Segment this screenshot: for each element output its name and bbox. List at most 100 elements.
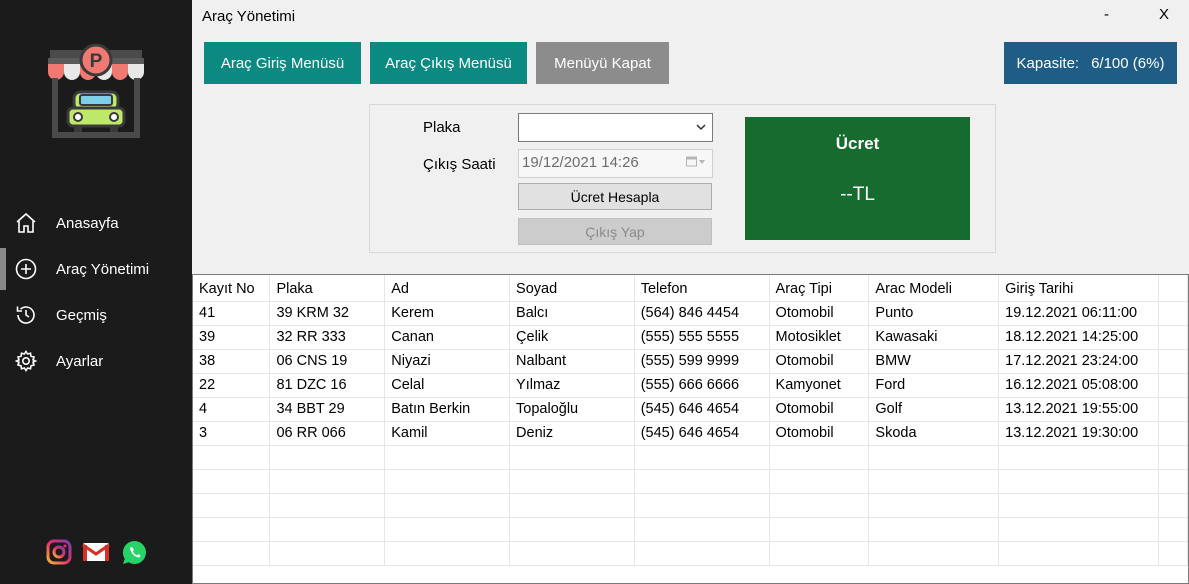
table-cell (634, 445, 770, 470)
table-row[interactable]: 39 32 RR 333 Canan Çelik (555) 555 5555 Motos… (193, 325, 1188, 350)
sidebar-item-ayarlar[interactable]: Ayarlar (0, 340, 192, 382)
plate-select[interactable] (518, 113, 713, 142)
close-menu-button[interactable]: Menüyü Kapat (536, 42, 669, 84)
empty-table-row (193, 493, 1188, 518)
table-cell: Ford (868, 373, 1000, 398)
table-cell: (555) 555 5555 (634, 325, 770, 350)
table-row[interactable]: 4 34 BBT 29 Batın Berkin Topaloğlu (545) 646… (193, 397, 1188, 422)
table-cell (384, 445, 511, 470)
table-cell: 13.12.2021 19:55:00 (998, 397, 1160, 422)
table-cell: Otomobil (769, 397, 870, 422)
table-cell: Çelik (509, 325, 635, 350)
table-cell (269, 493, 386, 518)
table-cell: Topaloğlu (509, 397, 635, 422)
table-cell (1158, 373, 1188, 398)
table-cell (634, 469, 770, 494)
table-cell (998, 517, 1160, 542)
minimize-button[interactable]: - (1104, 6, 1109, 23)
table-cell: 3 (193, 421, 271, 446)
table-cell (1158, 493, 1188, 518)
table-cell: (555) 599 9999 (634, 349, 770, 374)
exit-time-picker[interactable]: 19/12/2021 14:26 (518, 149, 713, 178)
table-cell (269, 445, 386, 470)
table-cell: 39 KRM 32 (269, 301, 386, 326)
table-row[interactable]: 22 81 DZC 16 Celal Yılmaz (555) 666 6666 Kamy… (193, 373, 1188, 398)
table-cell (509, 517, 635, 542)
table-cell: 39 (193, 325, 271, 350)
table-cell (1158, 349, 1188, 374)
table-cell (1158, 421, 1188, 446)
table-cell (868, 493, 1000, 518)
checkout-button[interactable]: Çıkış Yap (518, 218, 712, 245)
column-header[interactable]: Telefon (634, 275, 770, 302)
table-cell: Niyazi (384, 349, 511, 374)
sidebar-item-label: Ayarlar (56, 352, 104, 370)
gmail-icon[interactable] (82, 538, 110, 566)
parking-logo-icon: P (44, 40, 148, 140)
column-header[interactable]: Ad (384, 275, 511, 302)
table-cell: Otomobil (769, 349, 870, 374)
table-cell: Golf (868, 397, 1000, 422)
main-area: Araç Yönetimi - X Araç Giriş Menüsü Araç… (192, 0, 1189, 584)
sidebar-item-label: Anasayfa (56, 214, 119, 232)
table-cell: Balcı (509, 301, 635, 326)
table-cell: Otomobil (769, 421, 870, 446)
table-cell (868, 445, 1000, 470)
table-cell (269, 541, 386, 566)
column-header[interactable] (1158, 275, 1188, 302)
table-row[interactable]: 41 39 KRM 32 Kerem Balcı (564) 846 4454 Otomo… (193, 301, 1188, 326)
close-button[interactable]: X (1159, 6, 1169, 23)
table-cell (384, 541, 511, 566)
table-cell (1158, 397, 1188, 422)
table-cell (1158, 445, 1188, 470)
column-header[interactable]: Arac Modeli (868, 275, 1000, 302)
table-cell (1158, 325, 1188, 350)
exit-menu-button[interactable]: Araç Çıkış Menüsü (370, 42, 527, 84)
column-header[interactable]: Araç Tipi (769, 275, 870, 302)
column-header[interactable]: Kayıt No (193, 275, 271, 302)
column-header[interactable]: Giriş Tarihi (998, 275, 1160, 302)
table-cell (193, 541, 271, 566)
fee-title: Ücret (835, 134, 880, 153)
table-cell: Batın Berkin (384, 397, 511, 422)
table-cell (193, 469, 271, 494)
instagram-icon[interactable] (45, 538, 73, 566)
table-cell (868, 469, 1000, 494)
table-cell: Nalbant (509, 349, 635, 374)
column-header[interactable]: Plaka (269, 275, 386, 302)
column-header[interactable]: Soyad (509, 275, 635, 302)
table-cell (1158, 541, 1188, 566)
empty-table-row (193, 469, 1188, 494)
table-cell: 16.12.2021 05:08:00 (998, 373, 1160, 398)
table-cell (509, 469, 635, 494)
sidebar-item-arac-yonetimi[interactable]: Araç Yönetimi (0, 248, 192, 290)
table-cell (509, 541, 635, 566)
table-cell (769, 541, 870, 566)
calculate-fee-button[interactable]: Ücret Hesapla (518, 183, 712, 210)
table-cell: 32 RR 333 (269, 325, 386, 350)
fee-value: --TL (840, 184, 875, 205)
table-cell: (555) 666 6666 (634, 373, 770, 398)
table-cell (998, 493, 1160, 518)
table-cell (868, 541, 1000, 566)
sidebar-item-anasayfa[interactable]: Anasayfa (0, 202, 192, 244)
whatsapp-icon[interactable] (120, 538, 148, 566)
table-cell (509, 493, 635, 518)
table-row[interactable]: 38 06 CNS 19 Niyazi Nalbant (555) 599 9999 Ot… (193, 349, 1188, 374)
table-cell: 13.12.2021 19:30:00 (998, 421, 1160, 446)
table-cell (1158, 301, 1188, 326)
exit-time-value: 19/12/2021 14:26 (522, 154, 639, 171)
entry-menu-button[interactable]: Araç Giriş Menüsü (204, 42, 361, 84)
table-cell (998, 469, 1160, 494)
table-cell: Kawasaki (868, 325, 1000, 350)
plate-label: Plaka (423, 119, 461, 136)
table-cell (193, 493, 271, 518)
table-row[interactable]: 3 06 RR 066 Kamil Deniz (545) 646 4654 Otomob… (193, 421, 1188, 446)
vehicle-table[interactable]: Kayıt No Plaka Ad Soyad Telefon Araç Tipi Arac… (192, 274, 1189, 584)
sidebar-item-gecmis[interactable]: Geçmiş (0, 294, 192, 336)
table-cell: Celal (384, 373, 511, 398)
table-cell: (564) 846 4454 (634, 301, 770, 326)
table-cell: 18.12.2021 14:25:00 (998, 325, 1160, 350)
table-cell: (545) 646 4654 (634, 397, 770, 422)
table-cell (769, 469, 870, 494)
